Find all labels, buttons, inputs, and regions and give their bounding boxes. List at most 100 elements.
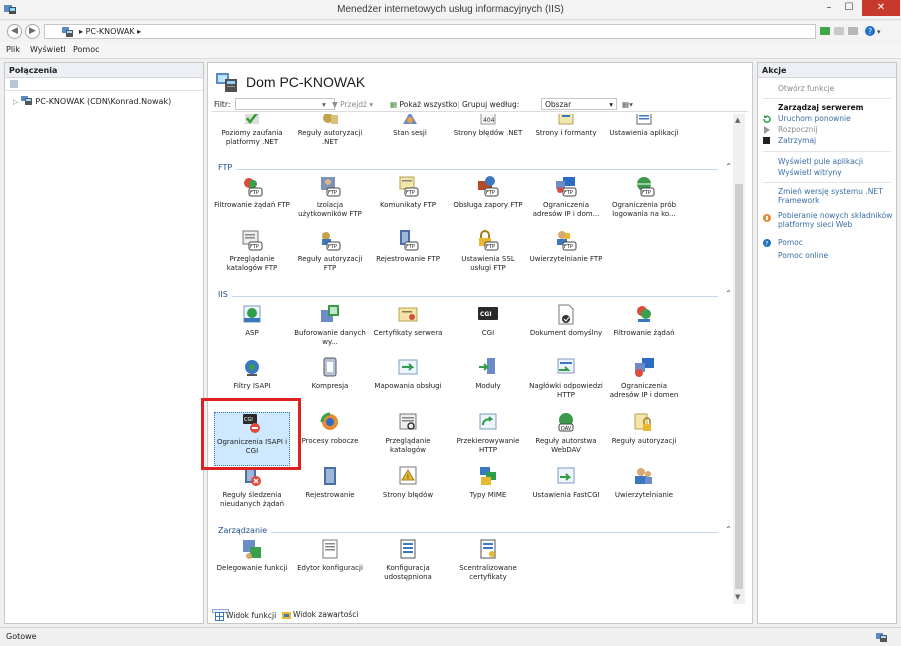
tile-directory-browsing[interactable]: Przeglądanie katalogów (370, 412, 446, 466)
tile-asp[interactable]: ASP (214, 304, 290, 358)
collapse-icon[interactable]: ⌃ (725, 525, 732, 534)
features-scrollbar[interactable]: ▲ ▼ (733, 114, 745, 604)
tile-default-document[interactable]: Dokument domyślny (528, 304, 604, 358)
tile-ftp-authz[interactable]: FTP Reguły autoryzacji FTP (292, 230, 368, 284)
collapse-icon[interactable]: ⌃ (725, 162, 732, 171)
tile-handler-mappings[interactable]: Mapowania obsługi (370, 357, 446, 411)
breadcrumb-item-pc[interactable]: ▸ PC-KNOWAK ▸ (79, 27, 141, 36)
page-title: Dom PC-KNOWAK (246, 74, 366, 90)
action-restart[interactable]: Uruchom ponownie (778, 114, 851, 123)
svg-text:?: ? (868, 27, 872, 36)
tile-ftp-user-isolation[interactable]: FTP Izolacja użytkowników FTP (292, 176, 368, 230)
tile-app-settings[interactable]: Ustawienia aplikacji (606, 114, 682, 166)
minimize-button[interactable]: – (820, 0, 838, 16)
tile-modules[interactable]: Moduły (450, 357, 526, 411)
tile-worker-processes[interactable]: Procesy robocze (292, 412, 368, 466)
tile-net-authz[interactable]: Reguły autoryzacji .NET (292, 114, 368, 166)
tile-http-redirect[interactable]: Przekierowywanie HTTP (450, 412, 526, 466)
tab-content-view[interactable]: Widok zawartości (280, 609, 358, 619)
scroll-down-icon[interactable]: ▼ (735, 593, 740, 601)
action-manage-server-title: Zarządzaj serwerem (778, 103, 864, 112)
show-all-button[interactable]: ▦ Pokaż wszystko (390, 100, 457, 109)
tile-fastcgi-settings[interactable]: Ustawienia FastCGI (528, 466, 604, 520)
tile-ftp-firewall[interactable]: FTP Obsługa zapory FTP (450, 176, 526, 230)
filter-dropdown-icon[interactable]: ▾ (322, 100, 326, 109)
tile-failed-request-tracing[interactable]: Reguły śledzenia nieudanych żądań (214, 466, 290, 520)
tile-ftp-auth[interactable]: FTP Uwierzytelnianie FTP (528, 230, 604, 284)
action-help-online[interactable]: Pomoc online (778, 251, 828, 260)
section-management[interactable]: Zarządzanie ⌃ (218, 525, 732, 538)
action-stop[interactable]: Zatrzymaj (778, 136, 816, 145)
view-mode-icon[interactable]: ▦▾ (622, 100, 633, 109)
svg-text:FTP: FTP (642, 190, 651, 196)
action-get-new-components[interactable]: Pobieranie nowych składników platformy si… (778, 211, 892, 229)
forward-button[interactable]: ▶ (25, 24, 40, 39)
error-pages-icon: ! (399, 466, 417, 485)
tile-ip-domain-restrictions[interactable]: Ograniczenia adresów IP i domen (606, 357, 682, 411)
section-ftp[interactable]: FTP ⌃ (218, 162, 732, 175)
maximize-button[interactable]: ☐ (840, 0, 858, 16)
tile-authorization-rules[interactable]: Reguły autoryzacji (606, 412, 682, 466)
scroll-up-icon[interactable]: ▲ (735, 116, 740, 124)
features-scroll-area[interactable]: Poziomy zaufania platformy .NET Reguły a… (210, 114, 732, 604)
tile-ftp-ssl[interactable]: FTP Ustawienia SSL usługi FTP (450, 230, 526, 284)
tile-mime-types[interactable]: Typy MIME (450, 466, 526, 520)
breadcrumb[interactable]: ▸ PC-KNOWAK ▸ (44, 24, 816, 39)
show-all-icon: ▦ (390, 100, 398, 109)
tile-net-trust[interactable]: Poziomy zaufania platformy .NET (214, 114, 290, 166)
tab-features-view[interactable]: Widok funkcji (212, 609, 276, 621)
tile-shared-configuration[interactable]: Konfiguracja udostępniona (370, 539, 446, 593)
tile-http-response-headers[interactable]: Nagłówki odpowiedzi HTTP (528, 357, 604, 411)
ftp-filter-icon: FTP (244, 178, 263, 197)
tile-net-errors[interactable]: 404 Strony błędów .NET (450, 114, 526, 166)
tile-configuration-editor[interactable]: Edytor konfiguracji (292, 539, 368, 593)
tile-ftp-messages[interactable]: FTP Komunikaty FTP (370, 176, 446, 230)
connect-icon[interactable] (10, 80, 18, 88)
close-button[interactable]: ✕ (862, 0, 900, 16)
group-by-select[interactable]: Obszar ▾ (541, 98, 617, 110)
tile-server-certs[interactable]: Certyfikaty serwera (370, 304, 446, 358)
ftp-logging-icon: FTP (400, 230, 419, 251)
tile-session-state[interactable]: Stan sesji (372, 114, 448, 166)
tile-feature-delegation[interactable]: Delegowanie funkcji (214, 539, 290, 593)
expand-icon[interactable]: ▷ (13, 98, 18, 106)
tile-pages-controls[interactable]: Strony i formanty (528, 114, 604, 166)
tile-isapi-cgi-restrictions[interactable]: CGI Ograniczenia ISAPI i CGI (214, 412, 290, 466)
scroll-thumb[interactable] (735, 184, 743, 589)
section-iis[interactable]: IIS ⌃ (218, 289, 732, 302)
action-open-feature[interactable]: Otwórz funkcje (778, 84, 834, 93)
tile-logging[interactable]: Rejestrowanie (292, 466, 368, 520)
tile-webdav-rules[interactable]: DAV Reguły autorstwa WebDAV (528, 412, 604, 466)
tile-ftp-logon-attempts[interactable]: FTP Ograniczenia prób logowania na ko... (606, 176, 682, 230)
menu-help[interactable]: Pomoc (73, 45, 100, 54)
tile-error-pages[interactable]: ! Strony błędów (370, 466, 446, 520)
tile-cgi[interactable]: CGI CGI (450, 304, 526, 358)
content-view-icon (282, 612, 291, 619)
menu-file[interactable]: Plik (6, 45, 20, 54)
tile-compression[interactable]: Kompresja (292, 357, 368, 411)
collapse-icon[interactable]: ⌃ (725, 289, 732, 298)
tile-output-caching[interactable]: Buforowanie danych wy... (292, 304, 368, 358)
tile-centralized-certificates[interactable]: Scentralizowane certyfikaty (450, 539, 526, 593)
filter-input[interactable] (235, 98, 335, 110)
action-change-net-version[interactable]: Zmień wersję systemu .NET Framework (778, 187, 883, 205)
tile-authentication[interactable]: Uwierzytelnianie (606, 466, 682, 520)
tile-ftp-request-filter[interactable]: FTP Filtrowanie żądań FTP (214, 176, 290, 230)
tile-ftp-ip-restrictions[interactable]: FTP Ograniczenia adresów IP i dom... (528, 176, 604, 230)
action-start[interactable]: Rozpocznij (778, 125, 818, 134)
tile-ftp-logging[interactable]: FTP Rejestrowanie FTP (370, 230, 446, 284)
tile-isapi-filters[interactable]: Filtry ISAPI (214, 357, 290, 411)
ftp-logon-icon: FTP (637, 177, 655, 197)
tile-request-filtering[interactable]: Filtrowanie żądań (606, 304, 682, 358)
logging-icon (324, 467, 336, 485)
output-cache-icon (321, 305, 339, 322)
back-button[interactable]: ◀ (7, 24, 22, 39)
action-help[interactable]: Pomoc (778, 238, 803, 247)
tile-ftp-dir-browsing[interactable]: FTP Przeglądanie katalogów FTP (214, 230, 290, 284)
filter-go-button[interactable]: ▼ Przejdź ▾ (332, 100, 373, 109)
menu-view[interactable]: Wyświetl (30, 45, 66, 54)
toolbar-icons[interactable]: ? ▾ (820, 25, 900, 37)
tree-node-server[interactable]: ▷ PC-KNOWAK (CDN\Konrad.Nowak) (13, 96, 171, 106)
action-view-app-pools[interactable]: Wyświetl pule aplikacji (778, 157, 863, 166)
action-view-sites[interactable]: Wyświetl witryny (778, 168, 842, 177)
